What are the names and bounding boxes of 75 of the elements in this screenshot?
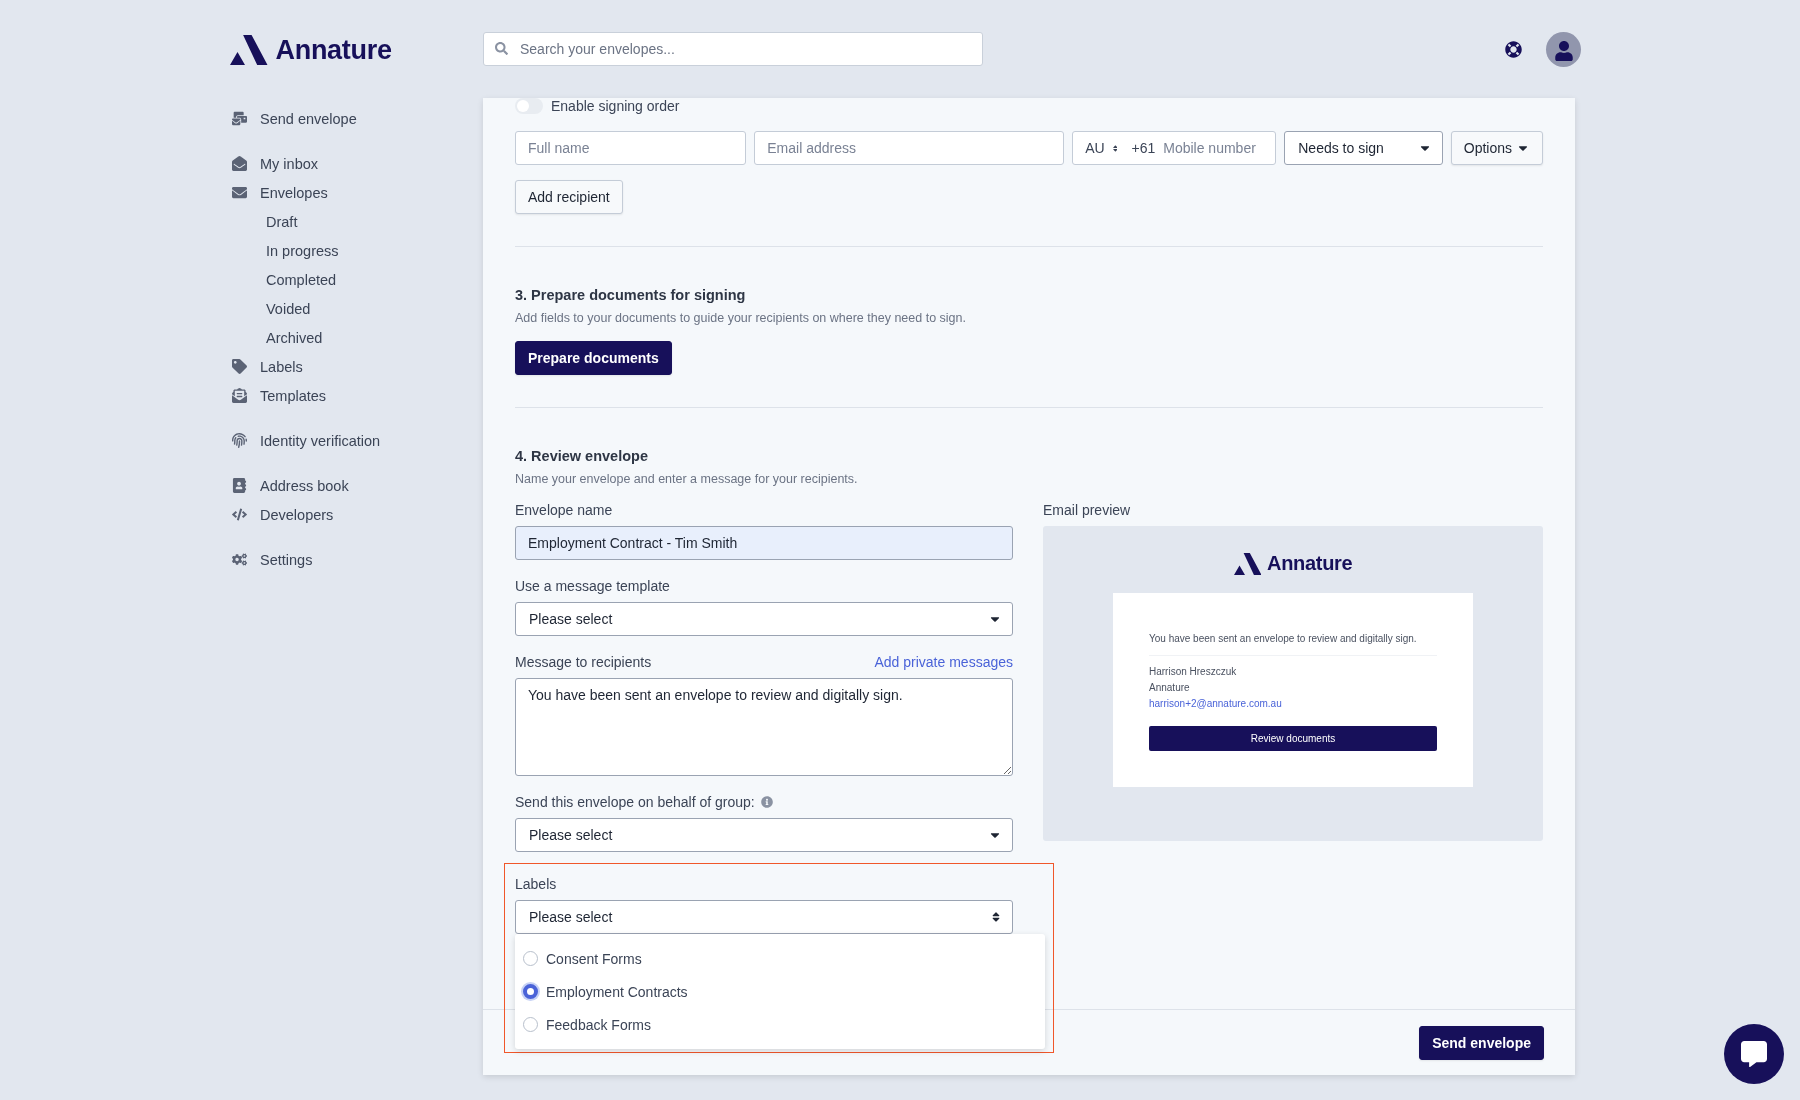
- sender-organisation: Annature: [1149, 681, 1191, 695]
- brand-name: Annature: [1267, 552, 1353, 575]
- help-icon[interactable]: [1505, 41, 1522, 58]
- open-envelope-icon: [230, 156, 248, 171]
- field-label: Labels: [515, 876, 558, 892]
- address-book-icon: [230, 478, 248, 493]
- field-label: Message to recipients: [515, 654, 652, 670]
- sidebar-item[interactable]: Settings: [230, 545, 483, 574]
- envelope-icon: [230, 185, 248, 200]
- code-icon: [230, 507, 248, 522]
- logo-icon: [230, 35, 268, 65]
- envelope-letter-icon: [230, 388, 248, 403]
- section-description: Name your envelope and enter a message for your recipients.: [515, 472, 859, 486]
- field-label: Use a message template: [515, 578, 671, 594]
- phone-field[interactable]: AU +61 Mobile number: [1072, 131, 1277, 165]
- email-input[interactable]: Email address: [754, 131, 1065, 165]
- sidebar-subitem[interactable]: Completed: [230, 265, 483, 294]
- sidebar-item[interactable]: Address book: [230, 471, 483, 500]
- field-label: Send this envelope on behalf of group:: [515, 794, 755, 810]
- send-envelope-button[interactable]: Send envelope: [1419, 1025, 1544, 1060]
- role-select[interactable]: Needs to sign: [1284, 131, 1443, 165]
- field-label: Email preview: [1043, 502, 1132, 518]
- dial-code: +61: [1131, 140, 1156, 156]
- sidebar-subitem[interactable]: Voided: [230, 294, 483, 323]
- settings-icon: [230, 552, 248, 567]
- group-select[interactable]: Please select: [515, 818, 1013, 852]
- avatar[interactable]: [1546, 32, 1581, 67]
- radio-button[interactable]: [523, 984, 538, 999]
- toggle-label: Enable signing order: [551, 98, 680, 114]
- country-code[interactable]: AU: [1085, 140, 1105, 156]
- sender-email-link[interactable]: harrison+2@annature.com.au: [1149, 696, 1437, 712]
- label-option[interactable]: Consent Forms: [515, 942, 1045, 975]
- sidebar-item[interactable]: Send envelope: [230, 104, 483, 133]
- section-title: 4. Review envelope: [515, 448, 649, 464]
- sidebar-item[interactable]: Identity verification: [230, 426, 483, 455]
- search-icon: [495, 42, 508, 55]
- section-description: Add fields to your documents to guide your recipients on where they need to sign.: [515, 311, 967, 325]
- info-icon[interactable]: [760, 796, 773, 808]
- options-button[interactable]: Options: [1450, 131, 1543, 165]
- label-option[interactable]: Employment Contracts: [515, 975, 1045, 1008]
- radio-button[interactable]: [523, 951, 538, 966]
- sidebar-subitem[interactable]: Archived: [230, 323, 483, 352]
- search-field[interactable]: Search your envelopes...: [483, 32, 983, 66]
- section-title: 3. Prepare documents for signing: [515, 287, 747, 303]
- radio-button[interactable]: [523, 1017, 538, 1032]
- add-recipient-button[interactable]: Add recipient: [515, 180, 623, 214]
- field-label: Envelope name: [515, 502, 614, 518]
- mail-stack-icon: [230, 111, 248, 126]
- logo-icon: [1233, 552, 1262, 575]
- sidebar-subitem[interactable]: Draft: [230, 207, 483, 236]
- sidebar-item[interactable]: Labels: [230, 352, 483, 381]
- prepare-documents-button[interactable]: Prepare documents: [515, 341, 672, 375]
- labels-select[interactable]: Please select: [515, 900, 1013, 934]
- tag-icon: [230, 359, 248, 374]
- chat-button[interactable]: [1724, 1024, 1784, 1084]
- full-name-input[interactable]: Full name: [515, 131, 747, 165]
- sidebar-item[interactable]: Developers: [230, 500, 483, 529]
- envelope-name-input[interactable]: Employment Contract - Tim Smith: [515, 526, 1013, 560]
- sort-icon: [990, 911, 1002, 923]
- sidebar-item[interactable]: Envelopes: [230, 178, 483, 207]
- add-private-messages-link[interactable]: Add private messages: [874, 654, 1013, 670]
- sidebar-subitem[interactable]: In progress: [230, 236, 483, 265]
- email-message: You have been sent an envelope to review and digitally sign.: [1149, 632, 1418, 646]
- label-option[interactable]: Feedback Forms: [515, 1008, 1045, 1041]
- chat-icon: [1741, 1041, 1767, 1067]
- template-select[interactable]: Please select: [515, 602, 1013, 636]
- sidebar-item[interactable]: Templates: [230, 381, 483, 410]
- review-documents-button[interactable]: Review documents: [1149, 726, 1437, 751]
- fingerprint-icon: [230, 433, 248, 448]
- mobile-number-input[interactable]: Mobile number: [1163, 140, 1264, 156]
- sender-name: Harrison Hreszczuk: [1149, 665, 1238, 679]
- brand-name: Annature: [275, 34, 392, 66]
- sidebar-item[interactable]: My inbox: [230, 149, 483, 178]
- signing-order-toggle[interactable]: [515, 98, 543, 114]
- message-textarea[interactable]: You have been sent an envelope to review and digitally sign.: [515, 678, 1013, 776]
